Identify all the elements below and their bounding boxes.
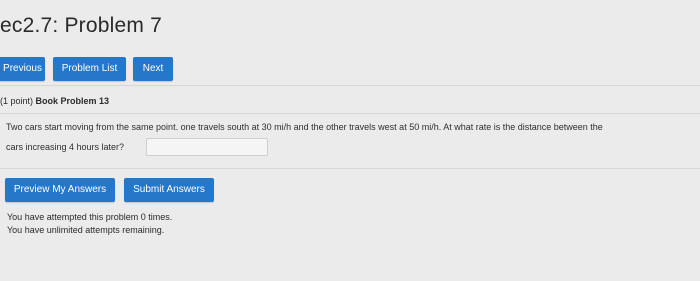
previous-button[interactable]: Previous	[0, 57, 45, 81]
attempts-status: You have attempted this problem 0 times.	[7, 212, 173, 222]
answer-divider	[0, 168, 700, 169]
answer-input[interactable]	[146, 138, 268, 156]
problem-divider	[0, 113, 700, 114]
remaining-status: You have unlimited attempts remaining.	[7, 225, 165, 235]
problem-points: (1 point)	[0, 96, 34, 106]
page-title: ec2.7: Problem 7	[0, 14, 162, 37]
nav-divider	[0, 85, 700, 86]
problem-title: Book Problem 13	[35, 96, 110, 106]
problem-text-line1: Two cars start moving from the same poin…	[6, 122, 603, 132]
problem-header: (1 point) Book Problem 13	[0, 96, 109, 106]
submit-answers-button[interactable]: Submit Answers	[124, 178, 214, 202]
problem-text-line2: cars increasing 4 hours later?	[6, 142, 125, 152]
next-button[interactable]: Next	[133, 57, 173, 81]
problem-list-button[interactable]: Problem List	[53, 57, 126, 81]
preview-answers-button[interactable]: Preview My Answers	[5, 178, 115, 202]
